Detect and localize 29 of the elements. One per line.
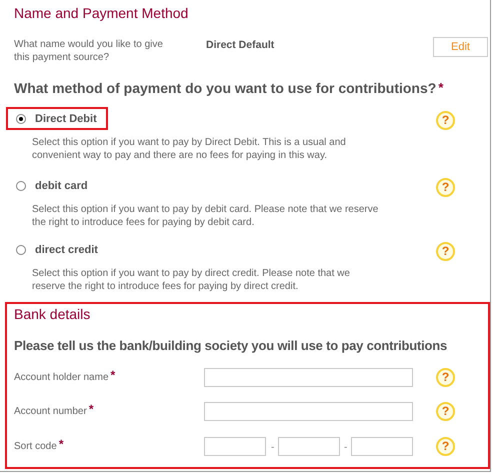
- section-heading: Please tell us the bank/building society you will use to pay contributions: [14, 337, 448, 355]
- option-description: Select this option if you want to pay by direct credit. Please note that we reserve the right to introduce fees for paying by direct credit.: [32, 267, 351, 293]
- option-label[interactable]: Direct Debit: [35, 111, 97, 128]
- option-description: Select this option if you want to pay by debit card. Please note that we reserve the right to introduce fees for paying by debit card.: [32, 203, 380, 229]
- option-label[interactable]: debit card: [35, 178, 88, 194]
- radio-button[interactable]: [16, 245, 26, 255]
- section-title: Bank details: [14, 305, 90, 324]
- radio-button[interactable]: [16, 181, 26, 191]
- help-icon[interactable]: ?: [436, 178, 455, 197]
- radio-button[interactable]: [16, 114, 26, 124]
- edit-button[interactable]: Edit: [433, 37, 488, 57]
- input-field[interactable]: [204, 437, 266, 456]
- help-icon[interactable]: ?: [436, 437, 455, 456]
- separator: -: [271, 441, 274, 455]
- help-icon[interactable]: ?: [436, 242, 455, 261]
- input-field[interactable]: [278, 437, 340, 456]
- input-field[interactable]: [204, 402, 413, 421]
- field-label: What name would you like to give this payment source?: [14, 38, 164, 64]
- input-field[interactable]: [204, 368, 413, 387]
- option-label[interactable]: direct credit: [35, 242, 98, 258]
- input-field[interactable]: [351, 437, 413, 456]
- help-icon[interactable]: ?: [436, 111, 455, 130]
- option-description: Select this option if you want to pay by Direct Debit. This is a usual and convenient way to pay and there are no fees for paying in this way.: [32, 136, 347, 162]
- separator: -: [344, 441, 348, 455]
- help-icon[interactable]: ?: [436, 368, 455, 387]
- help-icon[interactable]: ?: [436, 402, 455, 421]
- question-heading: What method of payment do you want to use for contributions?*: [14, 79, 444, 98]
- field-value: Direct Default: [206, 38, 274, 53]
- section-title: Name and Payment Method: [14, 4, 188, 23]
